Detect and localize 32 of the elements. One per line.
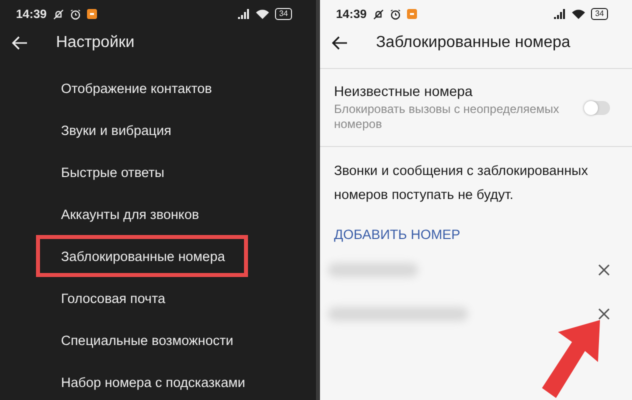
screen-title: Заблокированные номера — [376, 34, 570, 52]
close-icon[interactable] — [598, 308, 610, 320]
alarm-icon — [390, 8, 401, 20]
settings-item[interactable]: Голосовая почта — [36, 277, 248, 319]
notifications-off-icon — [52, 8, 64, 20]
setting-label: Неизвестные номера — [334, 83, 474, 99]
settings-item[interactable]: Быстрые ответы — [36, 151, 248, 193]
close-icon[interactable] — [598, 264, 610, 276]
screen-title: Настройки — [56, 34, 134, 52]
app-icon — [86, 9, 97, 19]
info-text: Звонки и сообщения с заблокированных номеров поступать не будут. — [333, 162, 590, 204]
settings-item[interactable]: Специальные возможности — [36, 319, 248, 361]
setting-description: Блокировать вызовы с неопределяемых номеров — [334, 102, 560, 132]
status-time: 14:39 — [16, 7, 47, 21]
alarm-icon — [70, 8, 81, 20]
back-arrow-icon[interactable] — [332, 36, 348, 50]
wifi-icon — [572, 9, 586, 19]
battery-icon: 34 — [275, 8, 292, 20]
battery-icon: 34 — [591, 8, 608, 20]
toggle-switch[interactable] — [584, 100, 610, 114]
settings-item[interactable]: Заблокированные номера — [36, 235, 248, 277]
status-time: 14:39 — [336, 7, 367, 21]
signal-icon — [554, 9, 566, 19]
settings-item[interactable]: Звуки и вибрация — [36, 109, 248, 151]
settings-item[interactable]: Отображение контактов — [36, 67, 248, 109]
notifications-off-icon — [372, 8, 384, 20]
add-number-button[interactable]: ДОБАВИТЬ НОМЕР — [334, 227, 460, 242]
settings-item[interactable]: Набор номера с подсказками — [36, 361, 248, 400]
wifi-icon — [256, 9, 270, 19]
signal-icon — [238, 9, 250, 19]
settings-item[interactable]: Аккаунты для звонков — [36, 193, 248, 235]
app-icon — [406, 9, 417, 19]
